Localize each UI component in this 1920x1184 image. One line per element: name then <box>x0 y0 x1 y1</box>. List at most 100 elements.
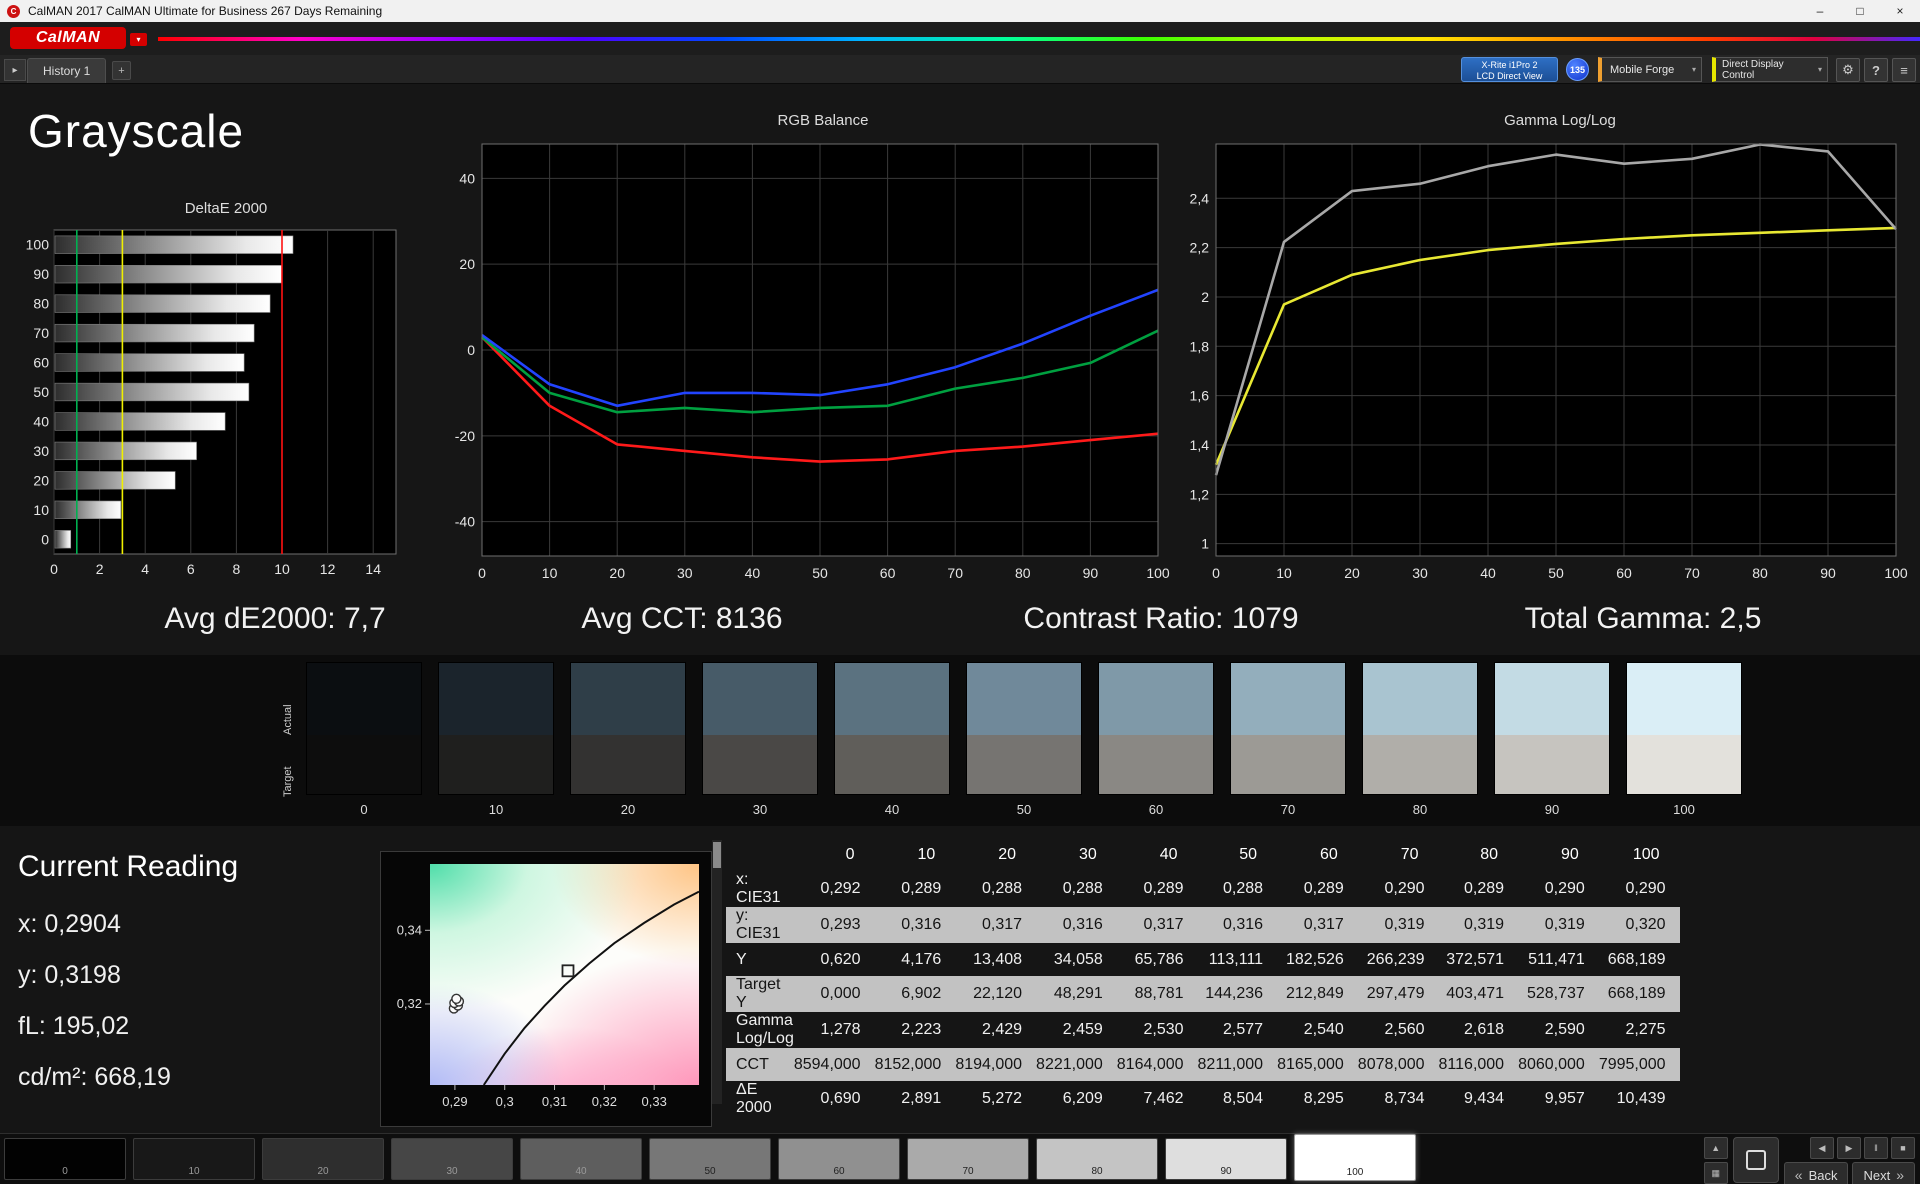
display-control-dropdown[interactable]: Direct Display Control ▾ <box>1712 57 1828 82</box>
table-cell: 0,316 <box>1036 907 1117 943</box>
table-cell: 0,288 <box>1036 871 1117 907</box>
swatch-stack <box>966 662 1082 795</box>
eject-icon: ▲ <box>1711 1143 1720 1153</box>
level-patch-100[interactable]: 100 <box>1294 1134 1416 1181</box>
level-patch-90[interactable]: 90 <box>1165 1138 1287 1180</box>
patch-level-label: 60 <box>779 1166 899 1177</box>
layout-button[interactable]: ▦ <box>1704 1162 1728 1184</box>
meter-select-button[interactable]: X-Rite i1Pro 2 LCD Direct View <box>1461 57 1558 82</box>
tab-history-1[interactable]: History 1 <box>27 58 106 83</box>
svg-text:1,2: 1,2 <box>1190 486 1210 502</box>
svg-text:-40: -40 <box>455 514 475 530</box>
table-cell: 8116,000 <box>1439 1048 1519 1081</box>
patch-level-label: 20 <box>263 1166 383 1177</box>
maximize-button[interactable]: □ <box>1840 0 1880 22</box>
svg-text:30: 30 <box>1412 565 1428 581</box>
source-dropdown[interactable]: Mobile Forge ▾ <box>1598 57 1702 82</box>
stop-measure-button[interactable] <box>1733 1137 1779 1183</box>
chevron-down-icon: ▾ <box>136 35 140 44</box>
svg-text:0: 0 <box>467 342 475 358</box>
table-cell: 0,289 <box>1439 871 1519 907</box>
table-row: ΔE 20000,6902,8915,2726,2097,4628,5048,2… <box>726 1081 1680 1117</box>
swatch-target <box>703 735 817 794</box>
swatch-level-label: 10 <box>438 802 554 817</box>
panel-menu-button[interactable]: ≡ <box>1892 58 1916 82</box>
level-patch-80[interactable]: 80 <box>1036 1138 1158 1180</box>
swatch-actual <box>1099 663 1213 735</box>
table-row-label: CCT <box>726 1048 794 1081</box>
swatch-actual <box>1495 663 1609 735</box>
previous-button[interactable]: ◀ <box>1810 1137 1834 1159</box>
patch-level-label: 90 <box>1166 1166 1286 1177</box>
level-patch-0[interactable]: 0 <box>4 1138 126 1180</box>
table-cell: 0,289 <box>1117 871 1198 907</box>
svg-text:80: 80 <box>1015 565 1031 581</box>
settings-button[interactable]: ⚙ <box>1836 58 1860 82</box>
table-column-header: 0 <box>794 838 875 871</box>
level-patch-30[interactable]: 30 <box>391 1138 513 1180</box>
svg-text:20: 20 <box>1344 565 1360 581</box>
tab-nav-button[interactable]: ▸ <box>4 59 26 81</box>
meter-status-badge: 135 <box>1566 58 1589 81</box>
window-controls: – □ × <box>1800 0 1920 22</box>
stat-total-gamma: Total Gamma: 2,5 <box>1525 602 1762 636</box>
table-cell: 144,236 <box>1198 976 1278 1012</box>
table-scrollbar[interactable] <box>712 840 722 1104</box>
record-button[interactable]: ■ <box>1891 1137 1915 1159</box>
svg-text:50: 50 <box>812 565 828 581</box>
swatch-stack <box>1494 662 1610 795</box>
table-cell: 10,439 <box>1599 1081 1680 1117</box>
table-row: Target Y0,0006,90222,12048,29188,781144,… <box>726 976 1680 1012</box>
table-cell: 65,786 <box>1117 943 1198 976</box>
level-patch-20[interactable]: 20 <box>262 1138 384 1180</box>
table-scrollbar-thumb[interactable] <box>713 842 721 868</box>
logo-menu-button[interactable]: ▾ <box>130 33 147 46</box>
table-column-header: 80 <box>1439 838 1519 871</box>
swatch-stack <box>570 662 686 795</box>
swatch-level-label: 100 <box>1626 802 1742 817</box>
table-column-header: 50 <box>1198 838 1278 871</box>
current-reading-panel: Current Reading x: 0,2904 y: 0,3198 fL: … <box>18 850 238 1114</box>
level-patch-60[interactable]: 60 <box>778 1138 900 1180</box>
swatch-target <box>439 735 553 794</box>
level-patch-50[interactable]: 50 <box>649 1138 771 1180</box>
table-row: Y0,6204,17613,40834,05865,786113,111182,… <box>726 943 1680 976</box>
svg-text:0,29: 0,29 <box>442 1094 467 1109</box>
minimize-button[interactable]: – <box>1800 0 1840 22</box>
play-button[interactable]: ▶ <box>1837 1137 1861 1159</box>
svg-text:90: 90 <box>1083 565 1099 581</box>
table-cell: 7,462 <box>1117 1081 1198 1117</box>
transport-controls: ▲ ▦ ◀ ▶ ‖ <box>1704 1137 1915 1184</box>
level-patch-10[interactable]: 10 <box>133 1138 255 1180</box>
eject-button[interactable]: ▲ <box>1704 1137 1728 1159</box>
svg-text:0,3: 0,3 <box>496 1094 514 1109</box>
svg-text:14: 14 <box>365 561 381 577</box>
table-cell: 0,317 <box>1117 907 1198 943</box>
level-patch-70[interactable]: 70 <box>907 1138 1029 1180</box>
back-button[interactable]: « Back <box>1784 1162 1849 1184</box>
pause-icon: ‖ <box>1874 1143 1878 1153</box>
pause-button[interactable]: ‖ <box>1864 1137 1888 1159</box>
reading-y: y: 0,3198 <box>18 961 238 990</box>
table-column-header: 10 <box>875 838 956 871</box>
grid-icon: ▦ <box>1712 1168 1721 1179</box>
help-button[interactable]: ? <box>1864 58 1888 82</box>
table-cell: 0,690 <box>794 1081 875 1117</box>
app-icon: C <box>7 5 20 18</box>
grayscale-swatch-80: 80 <box>1362 662 1478 817</box>
reading-x: x: 0,2904 <box>18 910 238 939</box>
table-cell: 113,111 <box>1198 943 1278 976</box>
swatch-stack <box>702 662 818 795</box>
add-tab-button[interactable]: + <box>112 61 131 80</box>
swatch-level-label: 90 <box>1494 802 1610 817</box>
next-button[interactable]: Next » <box>1852 1162 1915 1184</box>
calman-logo[interactable]: CalMAN <box>10 27 126 49</box>
svg-text:4: 4 <box>141 561 149 577</box>
patch-level-label: 40 <box>521 1166 641 1177</box>
svg-text:10: 10 <box>542 565 558 581</box>
svg-text:0,33: 0,33 <box>642 1094 667 1109</box>
table-cell: 6,902 <box>875 976 956 1012</box>
table-cell: 372,571 <box>1439 943 1519 976</box>
level-patch-40[interactable]: 40 <box>520 1138 642 1180</box>
close-button[interactable]: × <box>1880 0 1920 22</box>
